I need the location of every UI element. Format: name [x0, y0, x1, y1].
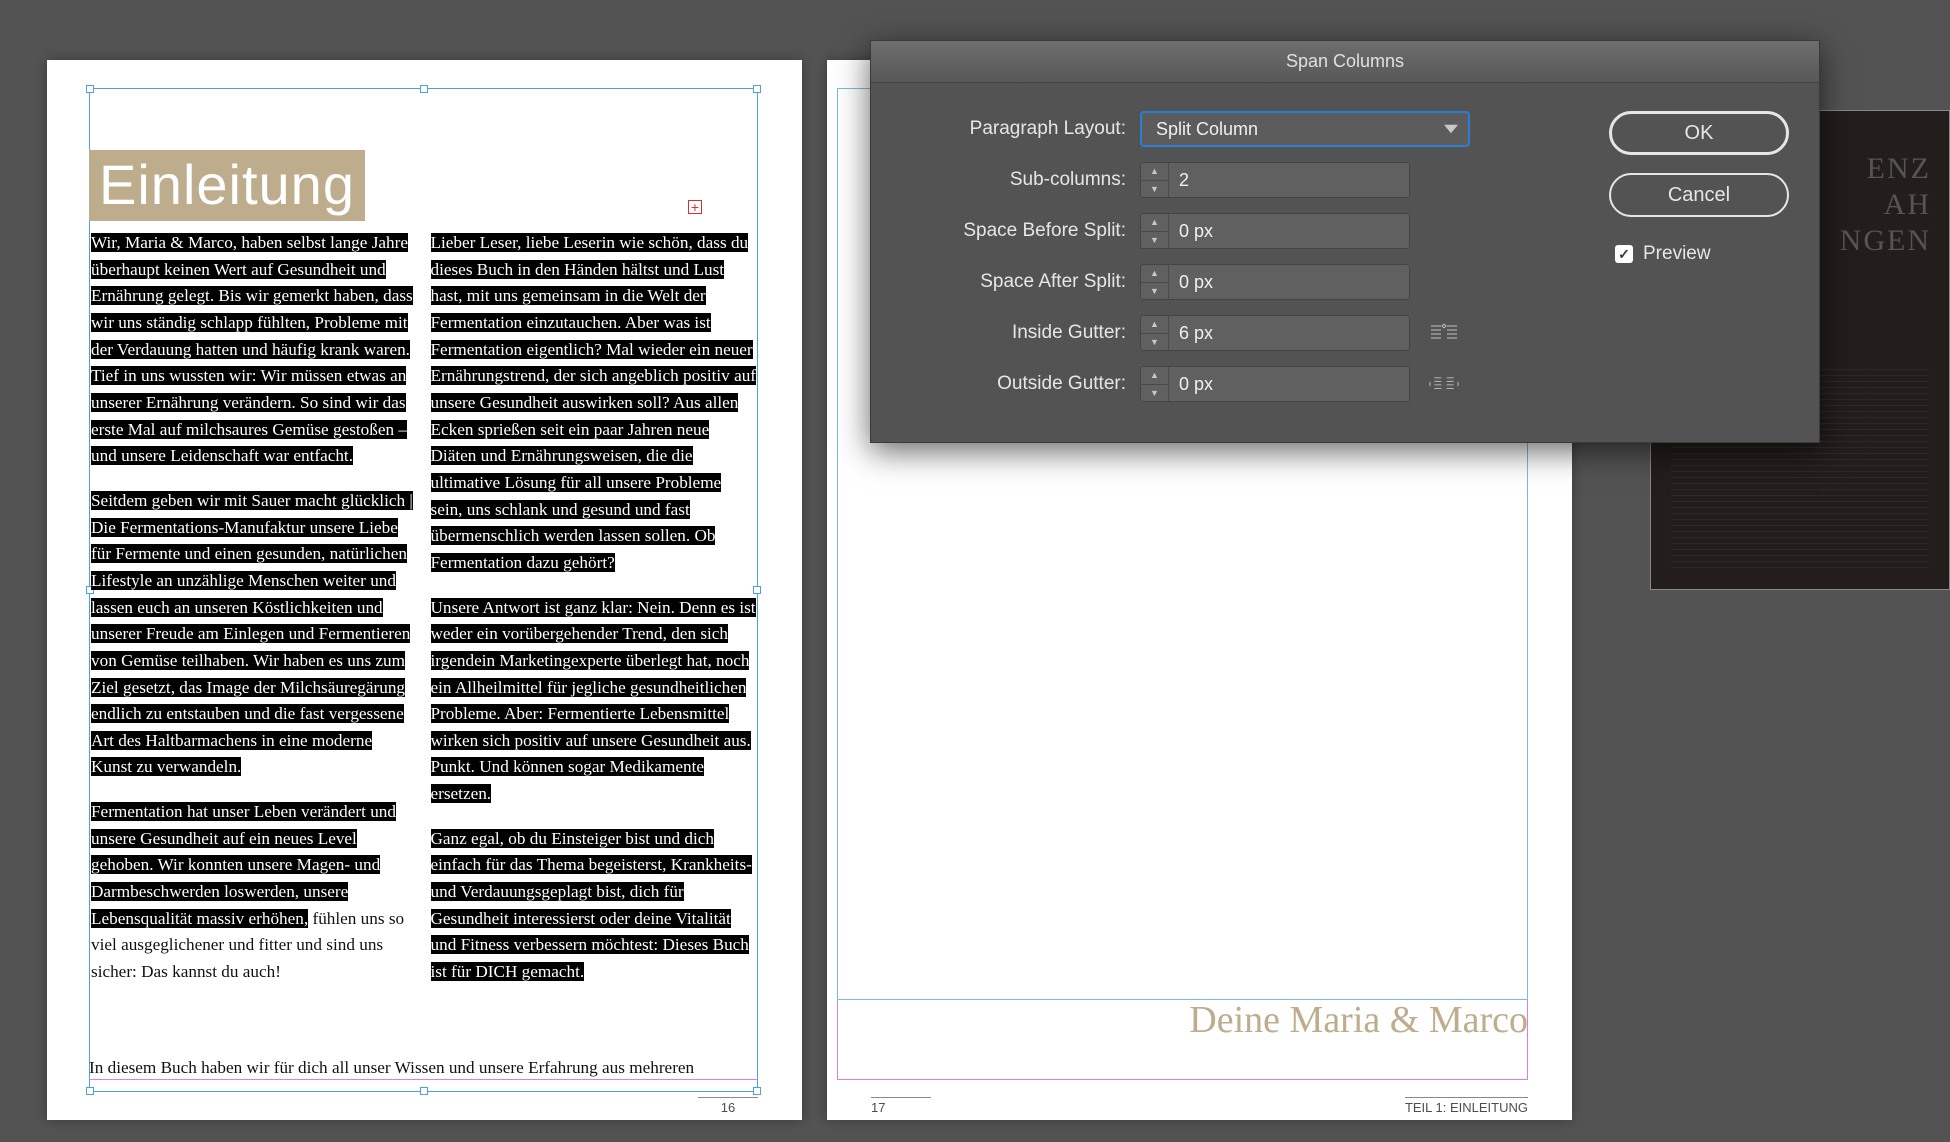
stepper-value[interactable]: 0 px [1169, 265, 1409, 299]
page-number-right: 17 [871, 1097, 931, 1115]
peek-title: ENZ AH NGEN [1840, 151, 1931, 259]
frame-handle[interactable] [86, 85, 94, 93]
preview-checkbox-row[interactable]: ✓ Preview [1609, 243, 1789, 265]
sub-columns-stepper[interactable]: ▲ ▼ 2 [1140, 162, 1410, 198]
checkbox-checked-icon[interactable]: ✓ [1615, 245, 1633, 263]
inside-gutter-stepper[interactable]: ▲ ▼ 6 px [1140, 315, 1410, 351]
inside-gutter-icon [1424, 321, 1464, 345]
body-paragraph: Unsere Antwort ist ganz klar: Nein. Denn… [431, 598, 756, 804]
frame-handle[interactable] [753, 85, 761, 93]
paragraph-layout-label: Paragraph Layout: [901, 118, 1126, 140]
outside-gutter-label: Outside Gutter: [901, 373, 1126, 395]
page-title: Einleitung [89, 150, 365, 221]
stepper-value[interactable]: 2 [1169, 163, 1409, 197]
space-after-stepper[interactable]: ▲ ▼ 0 px [1140, 264, 1410, 300]
outside-gutter-icon [1424, 372, 1464, 396]
cancel-button[interactable]: Cancel [1609, 173, 1789, 217]
body-paragraph: Ganz egal, ob du Einsteiger bist und dic… [431, 829, 752, 981]
step-down-icon[interactable]: ▼ [1141, 385, 1168, 402]
preview-label: Preview [1643, 243, 1711, 265]
body-paragraph: Seitdem geben wir mit Sauer macht glückl… [91, 491, 413, 777]
step-up-icon[interactable]: ▲ [1141, 367, 1168, 385]
final-flow-line: In diesem Buch haben wir für dich all un… [89, 1058, 694, 1078]
step-down-icon[interactable]: ▼ [1141, 334, 1168, 351]
span-columns-dialog: Span Columns Paragraph Layout: Split Col… [870, 40, 1820, 443]
peek-line: NGEN [1840, 223, 1931, 259]
frame-handle[interactable] [420, 1087, 428, 1095]
folio-text: TEIL 1: EINLEITUNG [1405, 1097, 1528, 1115]
step-down-icon[interactable]: ▼ [1141, 232, 1168, 249]
stepper-value[interactable]: 0 px [1169, 367, 1409, 401]
dialog-fields: Paragraph Layout: Split Column Sub-colum… [901, 111, 1579, 402]
space-before-label: Space Before Split: [901, 220, 1126, 242]
chevron-down-icon [1444, 122, 1458, 136]
paragraph-layout-select[interactable]: Split Column [1140, 111, 1470, 147]
peek-line: ENZ [1840, 151, 1931, 187]
sub-columns-label: Sub-columns: [901, 169, 1126, 191]
frame-handle[interactable] [86, 1087, 94, 1095]
step-up-icon[interactable]: ▲ [1141, 163, 1168, 181]
page-left: + Einleitung Wir, Maria & Marco, haben s… [47, 60, 802, 1120]
title-area: Einleitung [89, 150, 365, 221]
space-after-label: Space After Split: [901, 271, 1126, 293]
outside-gutter-stepper[interactable]: ▲ ▼ 0 px [1140, 366, 1410, 402]
ok-button[interactable]: OK [1609, 111, 1789, 155]
overset-text-icon[interactable]: + [688, 200, 702, 214]
stepper-value[interactable]: 0 px [1169, 214, 1409, 248]
signature-text: Deine Maria & Marco [1189, 998, 1528, 1042]
frame-handle[interactable] [420, 85, 428, 93]
peek-line: AH [1840, 187, 1931, 223]
step-down-icon[interactable]: ▼ [1141, 283, 1168, 300]
select-value: Split Column [1156, 119, 1258, 140]
dialog-actions: OK Cancel ✓ Preview [1609, 111, 1789, 402]
stepper-value[interactable]: 6 px [1169, 316, 1409, 350]
dialog-title: Span Columns [871, 41, 1819, 83]
step-down-icon[interactable]: ▼ [1141, 181, 1168, 198]
frame-handle[interactable] [753, 1087, 761, 1095]
page-number-left: 16 [698, 1097, 758, 1115]
body-text-columns: Wir, Maria & Marco, haben selbst lange J… [89, 230, 758, 1080]
step-up-icon[interactable]: ▲ [1141, 265, 1168, 283]
space-before-stepper[interactable]: ▲ ▼ 0 px [1140, 213, 1410, 249]
body-paragraph: Wir, Maria & Marco, haben selbst lange J… [91, 233, 413, 465]
inside-gutter-label: Inside Gutter: [901, 322, 1126, 344]
step-up-icon[interactable]: ▲ [1141, 214, 1168, 232]
step-up-icon[interactable]: ▲ [1141, 316, 1168, 334]
body-paragraph: Lieber Leser, liebe Leserin wie schön, d… [431, 233, 757, 572]
